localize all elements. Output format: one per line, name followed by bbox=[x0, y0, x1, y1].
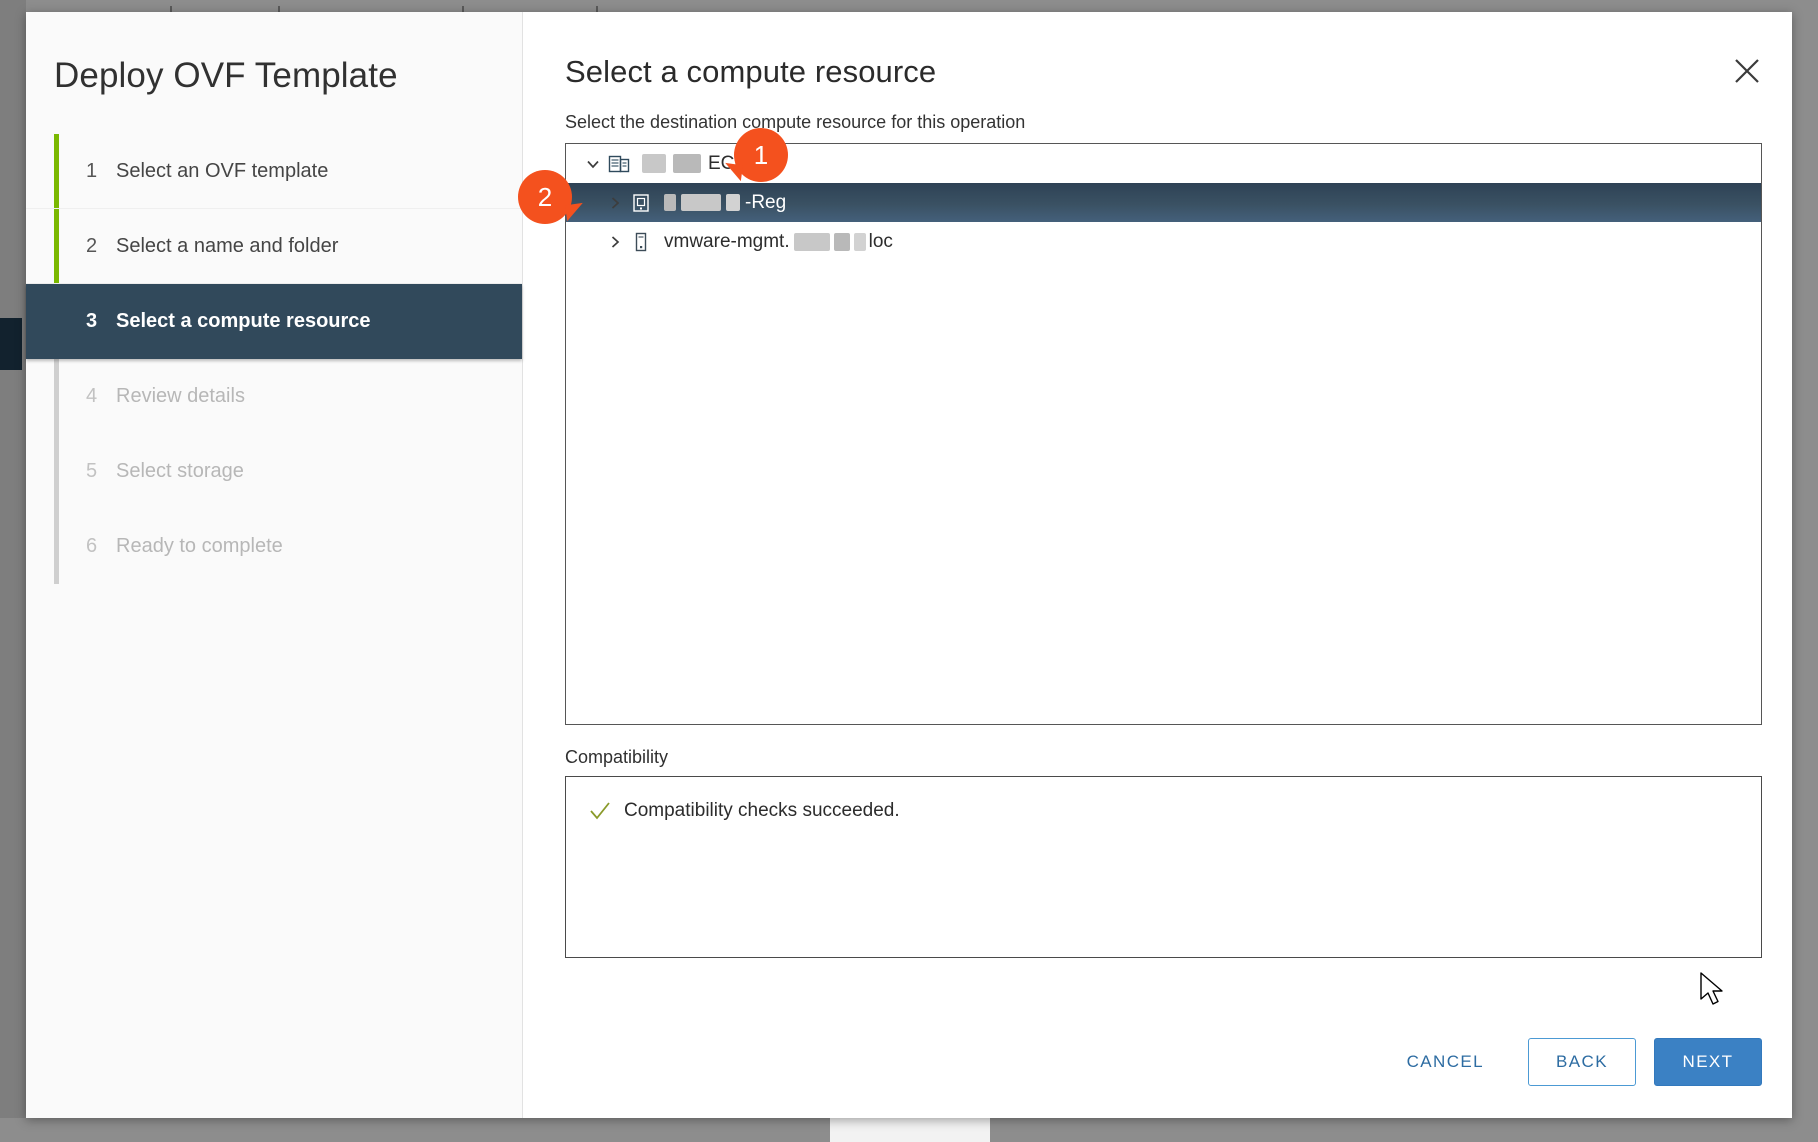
tree-row-label-suffix: -Reg bbox=[745, 191, 787, 213]
redacted-text bbox=[681, 194, 721, 211]
callout-badge-2: 2 bbox=[518, 170, 572, 224]
redacted-text bbox=[833, 232, 850, 251]
wizard-step-5[interactable]: 5 Select storage bbox=[26, 434, 522, 509]
page-title: Select a compute resource bbox=[565, 54, 937, 89]
tree-row[interactable]: vmware-mgmt. loc bbox=[566, 222, 1761, 261]
wizard-step-1-number: 1 bbox=[86, 159, 98, 182]
check-icon bbox=[588, 799, 612, 823]
wizard-step-6[interactable]: 6 Ready to complete bbox=[26, 509, 522, 584]
wizard-step-3[interactable]: 3 Select a compute resource bbox=[26, 284, 522, 359]
dialog-title: Deploy OVF Template bbox=[54, 56, 398, 95]
tree-row-selected[interactable]: -Reg bbox=[566, 183, 1761, 222]
compatibility-message: Compatibility checks succeeded. bbox=[624, 800, 900, 821]
wizard-step-2[interactable]: 2 Select a name and folder bbox=[26, 209, 522, 284]
tree-row-label-suffix: loc bbox=[868, 230, 893, 252]
background-navy-block bbox=[0, 318, 22, 370]
chevron-right-icon[interactable] bbox=[602, 234, 628, 250]
wizard-step-2-label: Select a name and folder bbox=[116, 234, 339, 257]
redacted-text bbox=[673, 154, 701, 173]
screen: ‹ Deploy OVF Template 1 Select an OVF te… bbox=[0, 0, 1818, 1142]
wizard-step-5-number: 5 bbox=[86, 460, 98, 482]
redacted-text bbox=[853, 232, 866, 251]
wizard-sidebar: Deploy OVF Template 1 Select an OVF temp… bbox=[26, 12, 523, 1118]
dialog-content: Select a compute resource Select the des… bbox=[523, 12, 1792, 1118]
cluster-icon bbox=[628, 190, 654, 216]
wizard-step-3-number: 3 bbox=[86, 310, 98, 332]
wizard-step-2-number: 2 bbox=[86, 234, 98, 257]
redacted-text bbox=[642, 154, 666, 173]
dialog-footer: CANCEL BACK NEXT bbox=[1381, 1038, 1762, 1086]
chevron-right-icon[interactable] bbox=[602, 195, 628, 211]
background-left-column bbox=[0, 0, 26, 1142]
deploy-ovf-template-dialog: Deploy OVF Template 1 Select an OVF temp… bbox=[26, 12, 1792, 1118]
wizard-step-list: 1 Select an OVF template 2 Select a name… bbox=[26, 134, 522, 584]
compute-resource-tree: ECOD1 bbox=[565, 143, 1762, 725]
close-icon[interactable] bbox=[1730, 54, 1764, 88]
wizard-step-6-number: 6 bbox=[86, 535, 98, 557]
cancel-button[interactable]: CANCEL bbox=[1381, 1038, 1510, 1086]
compatibility-label: Compatibility bbox=[565, 747, 669, 767]
wizard-step-1-label: Select an OVF template bbox=[116, 159, 329, 182]
wizard-step-3-label: Select a compute resource bbox=[116, 310, 371, 332]
wizard-step-5-label: Select storage bbox=[116, 460, 244, 482]
page-subtitle: Select the destination compute resource … bbox=[565, 112, 1026, 132]
tree-row-label: -Reg bbox=[664, 192, 786, 214]
callout-badge-1: 1 bbox=[734, 128, 788, 182]
compatibility-panel: Compatibility checks succeeded. bbox=[565, 776, 1762, 958]
background-bottom-panel bbox=[830, 1118, 990, 1142]
redacted-text bbox=[726, 194, 740, 211]
redacted-text bbox=[664, 194, 676, 211]
compatibility-status: Compatibility checks succeeded. bbox=[566, 777, 1761, 823]
next-button[interactable]: NEXT bbox=[1654, 1038, 1762, 1086]
redacted-text bbox=[793, 232, 830, 251]
tree-row-label-prefix: vmware-mgmt. bbox=[664, 230, 790, 252]
wizard-step-4[interactable]: 4 Review details bbox=[26, 359, 522, 434]
wizard-step-4-number: 4 bbox=[86, 385, 98, 407]
wizard-step-4-label: Review details bbox=[116, 385, 245, 407]
back-button[interactable]: BACK bbox=[1528, 1038, 1636, 1086]
wizard-step-1[interactable]: 1 Select an OVF template bbox=[26, 134, 522, 209]
host-icon bbox=[628, 229, 654, 255]
wizard-step-6-label: Ready to complete bbox=[116, 535, 283, 557]
chevron-down-icon[interactable] bbox=[580, 156, 606, 172]
datacenter-icon bbox=[606, 151, 632, 177]
tree-row-label: vmware-mgmt. loc bbox=[664, 231, 893, 253]
